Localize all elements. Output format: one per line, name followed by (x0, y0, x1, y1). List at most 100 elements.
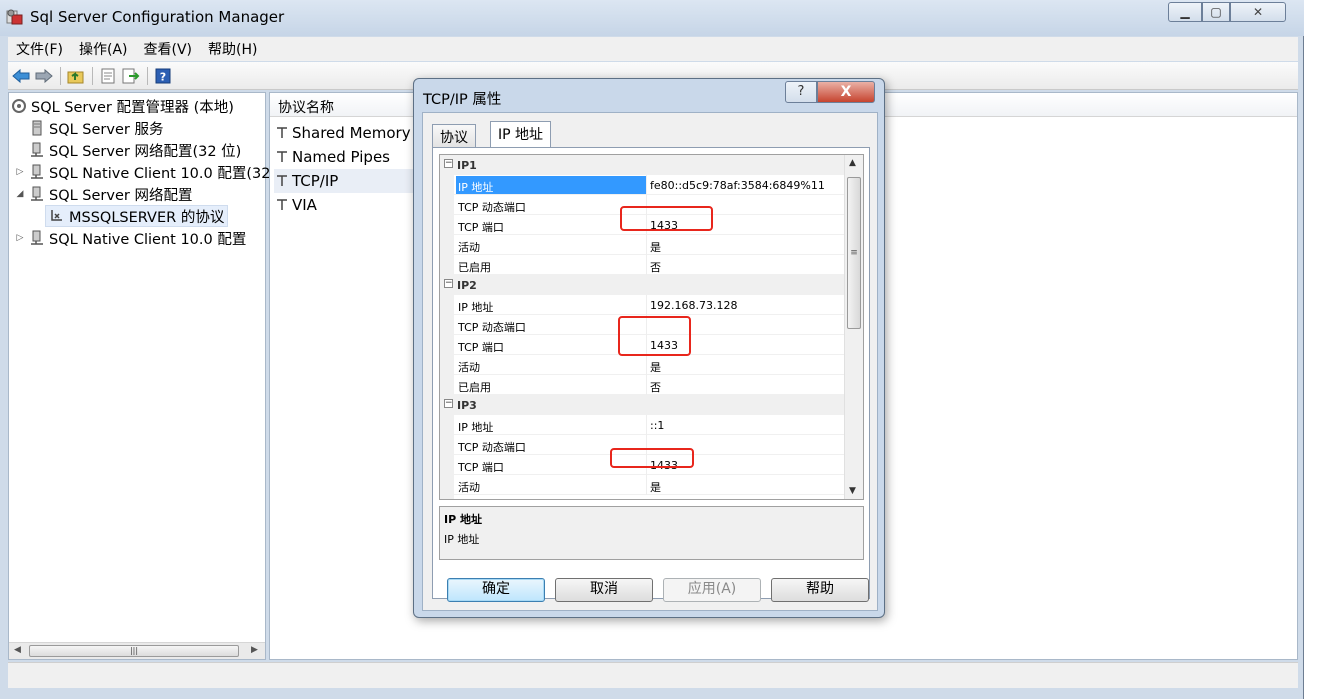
grid-category-label: IP3 (457, 399, 477, 412)
property-value[interactable]: fe80::d5c9:78af:3584:6849%11 (650, 179, 825, 192)
cancel-button[interactable]: 取消 (555, 578, 653, 602)
apply-button[interactable]: 应用(A) (663, 578, 761, 602)
property-value[interactable]: 是 (650, 359, 661, 375)
export-button[interactable] (120, 65, 142, 87)
forward-arrow-icon (35, 68, 53, 83)
tree-horizontal-scrollbar[interactable]: ◀ ||| ▶ (9, 642, 265, 659)
collapse-icon[interactable]: ◢ (15, 189, 25, 199)
forward-button[interactable] (33, 65, 55, 87)
scroll-up-icon[interactable]: ▲ (849, 158, 856, 168)
collapse-icon[interactable]: − (444, 279, 453, 288)
property-value[interactable]: 是 (650, 239, 661, 255)
highlight-box (618, 316, 691, 356)
list-item-named-pipes[interactable]: Named Pipes (274, 145, 390, 169)
list-item-tcp-ip[interactable]: TCP/IP (274, 169, 424, 193)
ok-button[interactable]: 确定 (447, 578, 545, 602)
maximize-icon: ▢ (1210, 5, 1222, 19)
description-text: IP 地址 (444, 533, 480, 546)
list-item-via[interactable]: VIA (274, 193, 317, 217)
tab-protocol[interactable]: 协议 (432, 124, 476, 147)
tree-item-network-config-32[interactable]: SQL Server 网络配置(32 位) (29, 139, 241, 161)
scroll-thumb[interactable]: ≡ (847, 177, 861, 329)
grid-category[interactable]: − IP1 (440, 155, 845, 175)
expand-icon[interactable]: ▷ (15, 233, 25, 243)
scroll-down-icon[interactable]: ▼ (849, 486, 856, 496)
menu-help[interactable]: 帮助(H) (200, 39, 265, 59)
protocol-icon (274, 173, 290, 189)
column-protocol-name: 协议名称 (278, 100, 334, 116)
tree-root[interactable]: SQL Server 配置管理器 (本地) (11, 95, 234, 117)
scroll-left-icon[interactable]: ◀ (14, 645, 21, 655)
grid-property-row[interactable]: IP 地址 192.168.73.128 (440, 295, 845, 315)
export-icon (122, 68, 140, 83)
scroll-thumb[interactable]: ||| (29, 645, 239, 657)
toolbar-separator (60, 66, 61, 85)
tab-ip-addresses[interactable]: IP 地址 (490, 121, 552, 147)
property-name: 活动 (458, 481, 480, 494)
back-button[interactable] (10, 65, 32, 87)
tcpip-properties-dialog: TCP/IP 属性 ? X 协议 IP 地址 − IP1 IP 地址 fe80::d5… (413, 78, 885, 618)
properties-icon (101, 68, 115, 83)
dialog-close-button[interactable]: X (817, 81, 875, 103)
grid-property-row[interactable]: 活动是 (440, 235, 845, 255)
help-button[interactable]: ? (152, 65, 174, 87)
tree-item-label: SQL Native Client 10.0 配置 (49, 231, 247, 248)
tree-root-label: SQL Server 配置管理器 (本地) (31, 99, 234, 116)
title-bar: Sql Server Configuration Manager ▁ ▢ ✕ (0, 0, 1304, 36)
list-item-label: TCP/IP (292, 172, 339, 190)
grid-property-row[interactable]: 活动是 (440, 355, 845, 375)
collapse-icon[interactable]: − (444, 159, 453, 168)
column-divider (646, 375, 647, 395)
highlight-box (620, 206, 713, 231)
config-manager-icon (11, 98, 27, 114)
scroll-right-icon[interactable]: ▶ (251, 645, 258, 655)
sql-config-manager-icon (6, 8, 24, 26)
menu-action[interactable]: 操作(A) (71, 39, 136, 59)
column-divider (646, 175, 647, 195)
tree-item-mssqlserver-protocols[interactable]: MSSQLSERVER 的协议 (45, 205, 229, 227)
protocol-icon (274, 125, 290, 141)
column-divider (646, 475, 647, 495)
minimize-button[interactable]: ▁ (1168, 2, 1202, 22)
tree-item-native-client[interactable]: SQL Native Client 10.0 配置 (29, 227, 246, 249)
network-config-icon (29, 186, 45, 202)
grid-property-row[interactable]: IP 地址 fe80::d5c9:78af:3584:6849%11 (440, 175, 845, 195)
property-value[interactable]: 否 (650, 259, 661, 275)
property-value[interactable]: 是 (650, 479, 661, 495)
collapse-icon[interactable]: − (444, 399, 453, 408)
svg-text:?: ? (160, 70, 166, 83)
tree-item-network-config[interactable]: SQL Server 网络配置 (29, 183, 192, 205)
grid-vertical-scrollbar[interactable]: ▲ ≡ ▼ (844, 155, 863, 499)
server-icon (29, 120, 45, 136)
expand-icon[interactable]: ▷ (15, 167, 25, 177)
menu-file[interactable]: 文件(F) (8, 39, 71, 59)
property-value[interactable]: ::1 (650, 419, 664, 432)
menu-view[interactable]: 查看(V) (136, 39, 201, 59)
grid-category[interactable]: − IP2 (440, 275, 845, 295)
back-arrow-icon (12, 68, 30, 83)
list-item-label: Named Pipes (292, 148, 390, 166)
list-item-shared-memory[interactable]: Shared Memory (274, 121, 411, 145)
properties-button[interactable] (97, 65, 119, 87)
list-item-label: Shared Memory (292, 124, 411, 142)
close-icon: X (840, 84, 852, 100)
tree-item-native-client-32[interactable]: SQL Native Client 10.0 配置(32 (29, 161, 270, 183)
minimize-icon: ▁ (1180, 5, 1190, 19)
maximize-button[interactable]: ▢ (1202, 2, 1230, 22)
up-level-button[interactable] (65, 65, 87, 87)
grid-property-row[interactable]: IP 地址::1 (440, 415, 845, 435)
property-value[interactable]: 192.168.73.128 (650, 299, 737, 312)
grid-property-row[interactable]: 已启用否 (440, 375, 845, 395)
help-button[interactable]: 帮助 (771, 578, 869, 602)
property-value[interactable]: 否 (650, 379, 661, 395)
grid-category[interactable]: − IP3 (440, 395, 845, 415)
tree-pane: SQL Server 配置管理器 (本地) SQL Server 服务 SQL … (8, 92, 270, 660)
grid-category-label: IP1 (457, 159, 477, 172)
grid-property-row[interactable]: 活动 是 (440, 475, 845, 495)
grid-property-row[interactable]: 已启用否 (440, 255, 845, 275)
close-button[interactable]: ✕ (1230, 2, 1286, 22)
dialog-help-button[interactable]: ? (785, 81, 817, 103)
column-divider (646, 295, 647, 315)
description-title: IP 地址 (444, 513, 482, 526)
tree-item-sql-server-services[interactable]: SQL Server 服务 (29, 117, 163, 139)
